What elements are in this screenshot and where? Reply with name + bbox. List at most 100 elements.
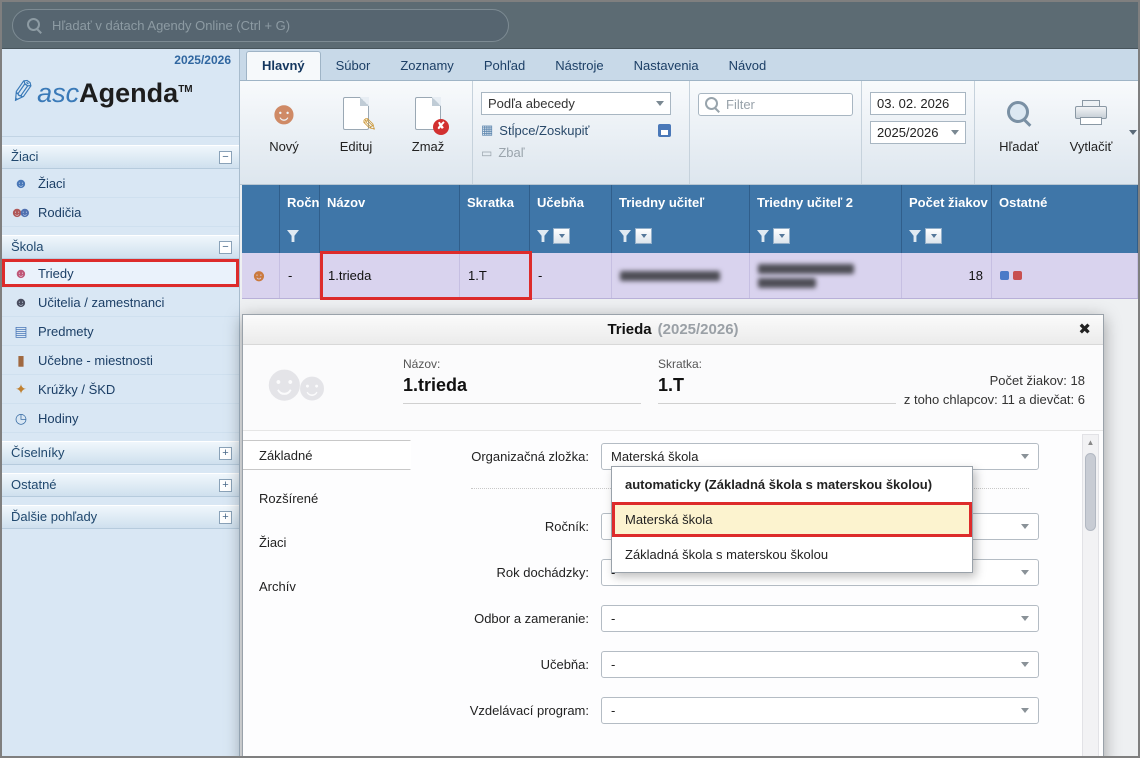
global-search-input[interactable] xyxy=(52,18,494,33)
menu-tab-hlavny[interactable]: Hlavný xyxy=(246,51,321,80)
filter-dropdown-icon[interactable] xyxy=(553,228,570,244)
header-rocnik[interactable]: Ročník xyxy=(280,185,320,219)
dialog-tab-list: Základné Rozšírené Žiaci Archív xyxy=(243,432,411,758)
header-triedny-ucitel-2[interactable]: Triedny učiteľ 2 xyxy=(750,185,902,219)
sidebar-item-kruzky[interactable]: ✦ Krúžky / ŠKD xyxy=(2,375,239,404)
header-ucebna[interactable]: Učebňa xyxy=(530,185,612,219)
dialog-skratka-field: Skratka: 1.T xyxy=(658,357,896,404)
dialog-nazov-field: Názov: 1.trieda xyxy=(403,357,641,404)
cell-triedny-ucitel xyxy=(612,253,750,298)
dialog-tab-rozsirene[interactable]: Rozšírené xyxy=(243,484,411,514)
menu-tab-nastroje[interactable]: Nástroje xyxy=(540,52,618,80)
columns-group-button[interactable]: ▦ Stĺpce/Zoskupiť xyxy=(481,122,671,138)
chevron-down-icon xyxy=(1021,454,1029,459)
dialog-skratka-value[interactable]: 1.T xyxy=(658,375,896,404)
sidebar-group-ziaci[interactable]: Žiaci − xyxy=(2,145,239,169)
sidebar-group-ostatne[interactable]: Ostatné + xyxy=(2,473,239,497)
print-dropdown-icon[interactable] xyxy=(1129,130,1137,135)
sidebar-item-ziaci[interactable]: ☻ Žiaci xyxy=(2,169,239,198)
menu-bar: Hlavný Súbor Zoznamy Pohľad Nástroje Nas… xyxy=(240,49,1138,81)
sidebar-item-rodicia[interactable]: ☻☻ Rodičia xyxy=(2,198,239,227)
delete-button[interactable]: ✘ Zmaž xyxy=(392,87,464,178)
school-year-select[interactable]: 2025/2026 xyxy=(870,121,966,144)
view-glasses-icon[interactable] xyxy=(1000,271,1022,280)
ucebna-select[interactable]: - xyxy=(601,651,1039,678)
menu-tab-subor[interactable]: Súbor xyxy=(321,52,386,80)
expand-icon[interactable]: + xyxy=(219,511,232,524)
dropdown-option-zakladna-skola[interactable]: Základná škola s materskou školou xyxy=(612,537,972,572)
sidebar-item-predmety[interactable]: ▤ Predmety xyxy=(2,317,239,346)
toolbar-dates: 03. 02. 2026 2025/2026 xyxy=(862,81,975,184)
collapse-icon[interactable]: − xyxy=(219,151,232,164)
sidebar-item-hodiny[interactable]: ◷ Hodiny xyxy=(2,404,239,433)
print-button[interactable]: Vytlačiť xyxy=(1055,87,1127,178)
class-icon: ☻ xyxy=(12,266,30,280)
header-nazov[interactable]: Názov xyxy=(320,185,460,219)
edit-button[interactable]: ✎ Edituj xyxy=(320,87,392,178)
expand-icon[interactable]: + xyxy=(219,479,232,492)
header-ostatne[interactable]: Ostatné xyxy=(992,185,1138,219)
sidebar-group-skola[interactable]: Škola − xyxy=(2,235,239,259)
filter-dropdown-icon[interactable] xyxy=(773,228,790,244)
chevron-down-icon xyxy=(951,130,959,135)
sidebar-group-dalsie-pohlady[interactable]: Ďalšie pohľady + xyxy=(2,505,239,529)
new-person-icon: ☻ xyxy=(267,96,301,130)
scroll-up-icon[interactable]: ▲ xyxy=(1083,435,1098,451)
sidebar-item-ucitelia[interactable]: ☻ Učitelia / zamestnanci xyxy=(2,288,239,317)
odbor-select[interactable]: - xyxy=(601,605,1039,632)
filter-input[interactable] xyxy=(726,97,846,112)
header-skratka[interactable]: Skratka xyxy=(460,185,530,219)
dialog-tab-ziaci[interactable]: Žiaci xyxy=(243,528,411,558)
header-pocet-ziakov[interactable]: Počet žiakov xyxy=(902,185,992,219)
filter-funnel-icon[interactable] xyxy=(537,230,549,242)
pencil-icon: ✎ xyxy=(362,115,377,136)
close-icon[interactable]: ✖ xyxy=(1078,320,1091,338)
dropdown-option-materska-skola[interactable]: Materská škola xyxy=(612,502,972,537)
dialog-tab-zakladne[interactable]: Základné xyxy=(243,440,411,470)
dialog-tab-archiv[interactable]: Archív xyxy=(243,572,411,602)
dialog-title-year: (2025/2026) xyxy=(658,321,739,338)
trieda-dialog: Trieda (2025/2026) ✖ ☻ ☻ Názov: 1.trieda… xyxy=(242,314,1104,758)
sidebar-item-ucebne[interactable]: ▮ Učebne - miestnosti xyxy=(2,346,239,375)
menu-tab-pohlad[interactable]: Pohľad xyxy=(469,52,540,80)
dialog-header: ☻ ☻ Názov: 1.trieda Skratka: 1.T Počet ž… xyxy=(243,345,1103,431)
toolbar: ☻ Nový ✎ Edituj ✘ Zmaž Podľa abecedy xyxy=(240,81,1138,185)
filter-dropdown-icon[interactable] xyxy=(925,228,942,244)
search-icon xyxy=(27,18,42,33)
sort-select[interactable]: Podľa abecedy xyxy=(481,92,671,115)
new-button[interactable]: ☻ Nový xyxy=(248,87,320,178)
save-icon[interactable] xyxy=(658,124,671,137)
filter-input-box[interactable] xyxy=(698,93,853,116)
filter-dropdown-icon[interactable] xyxy=(635,228,652,244)
scrollbar-thumb[interactable] xyxy=(1085,453,1096,531)
filter-funnel-icon[interactable] xyxy=(909,230,921,242)
filter-funnel-icon[interactable] xyxy=(757,230,769,242)
expand-icon[interactable]: + xyxy=(219,447,232,460)
form-scrollbar[interactable]: ▲ xyxy=(1082,434,1099,758)
table-row[interactable]: ☻ - 1.trieda 1.T - 18 xyxy=(242,253,1138,299)
printer-icon xyxy=(1075,100,1107,126)
menu-tab-nastavenia[interactable]: Nastavenia xyxy=(619,52,714,80)
search-button[interactable]: Hľadať xyxy=(983,87,1055,178)
menu-tab-navod[interactable]: Návod xyxy=(714,52,782,80)
sidebar-item-triedy[interactable]: ☻ Triedy xyxy=(2,259,239,288)
menu-tab-zoznamy[interactable]: Zoznamy xyxy=(385,52,468,80)
toolbar-record-actions: ☻ Nový ✎ Edituj ✘ Zmaž xyxy=(240,81,473,184)
dialog-nazov-value[interactable]: 1.trieda xyxy=(403,375,641,404)
filter-funnel-icon[interactable] xyxy=(619,230,631,242)
filter-search-icon xyxy=(705,97,720,112)
vzdelavaci-program-select[interactable]: - xyxy=(601,697,1039,724)
toolbar-view-options: Podľa abecedy ▦ Stĺpce/Zoskupiť ▭ Zbaľ xyxy=(473,81,690,184)
global-search[interactable] xyxy=(12,9,509,42)
chevron-down-icon xyxy=(1021,662,1029,667)
header-triedny-ucitel[interactable]: Triedny učiteľ xyxy=(612,185,750,219)
collapse-rows-button[interactable]: ▭ Zbaľ xyxy=(481,145,671,160)
grid-icon: ▦ xyxy=(481,122,493,138)
date-field[interactable]: 03. 02. 2026 xyxy=(870,92,966,115)
sidebar-group-ciselniky[interactable]: Číselníky + xyxy=(2,441,239,465)
collapse-icon[interactable]: − xyxy=(219,241,232,254)
filter-funnel-icon[interactable] xyxy=(287,230,299,242)
class-row-icon: ☻ xyxy=(250,266,268,286)
dropdown-option-automaticky[interactable]: automaticky (Základná škola s materskou … xyxy=(612,467,972,502)
dialog-titlebar[interactable]: Trieda (2025/2026) ✖ xyxy=(243,315,1103,345)
